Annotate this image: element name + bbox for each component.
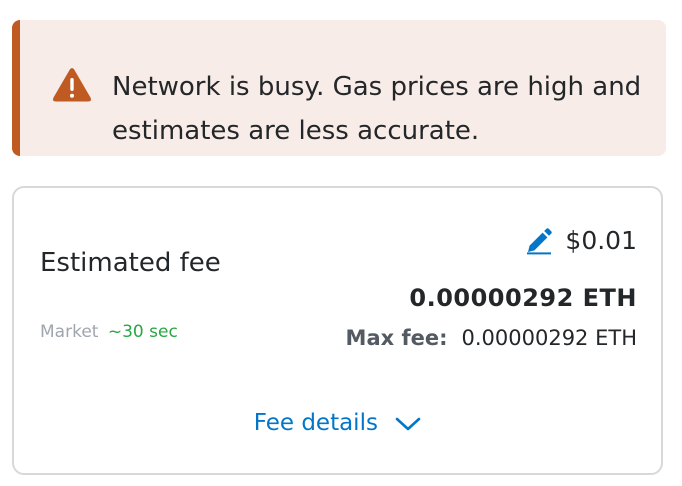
max-fee-label: Max fee: <box>345 326 448 350</box>
banner-message-line-1: Network is busy. Gas prices are high and <box>112 72 642 102</box>
eth-fee-value: 0.00000292 ETH <box>409 284 637 312</box>
fiat-fee-row: $0.01 <box>525 226 637 255</box>
fee-details-button[interactable]: Fee details <box>14 410 661 436</box>
chevron-down-icon[interactable] <box>395 416 421 432</box>
estimated-fee-label: Estimated fee <box>40 248 221 278</box>
banner-message: Network is busy. Gas prices are high and… <box>112 65 662 153</box>
banner-accent-bar <box>12 20 20 156</box>
speed-time: ~30 sec <box>107 322 178 342</box>
max-fee-value: 0.00000292 ETH <box>461 326 638 350</box>
fee-speed: Market ~30 sec <box>40 322 178 342</box>
fiat-fee-value: $0.01 <box>565 226 637 255</box>
warning-icon <box>52 68 92 102</box>
network-busy-banner: Network is busy. Gas prices are high and… <box>12 20 666 156</box>
fee-details-label[interactable]: Fee details <box>254 410 378 436</box>
speed-label: Market <box>40 322 99 342</box>
pencil-icon[interactable] <box>525 227 553 255</box>
max-fee-row: Max fee: 0.00000292 ETH <box>346 326 637 350</box>
banner-message-line-2: estimates are less accurate. <box>112 116 480 146</box>
fee-card: Estimated fee $0.01 0.00000292 ETH Marke… <box>12 186 663 475</box>
